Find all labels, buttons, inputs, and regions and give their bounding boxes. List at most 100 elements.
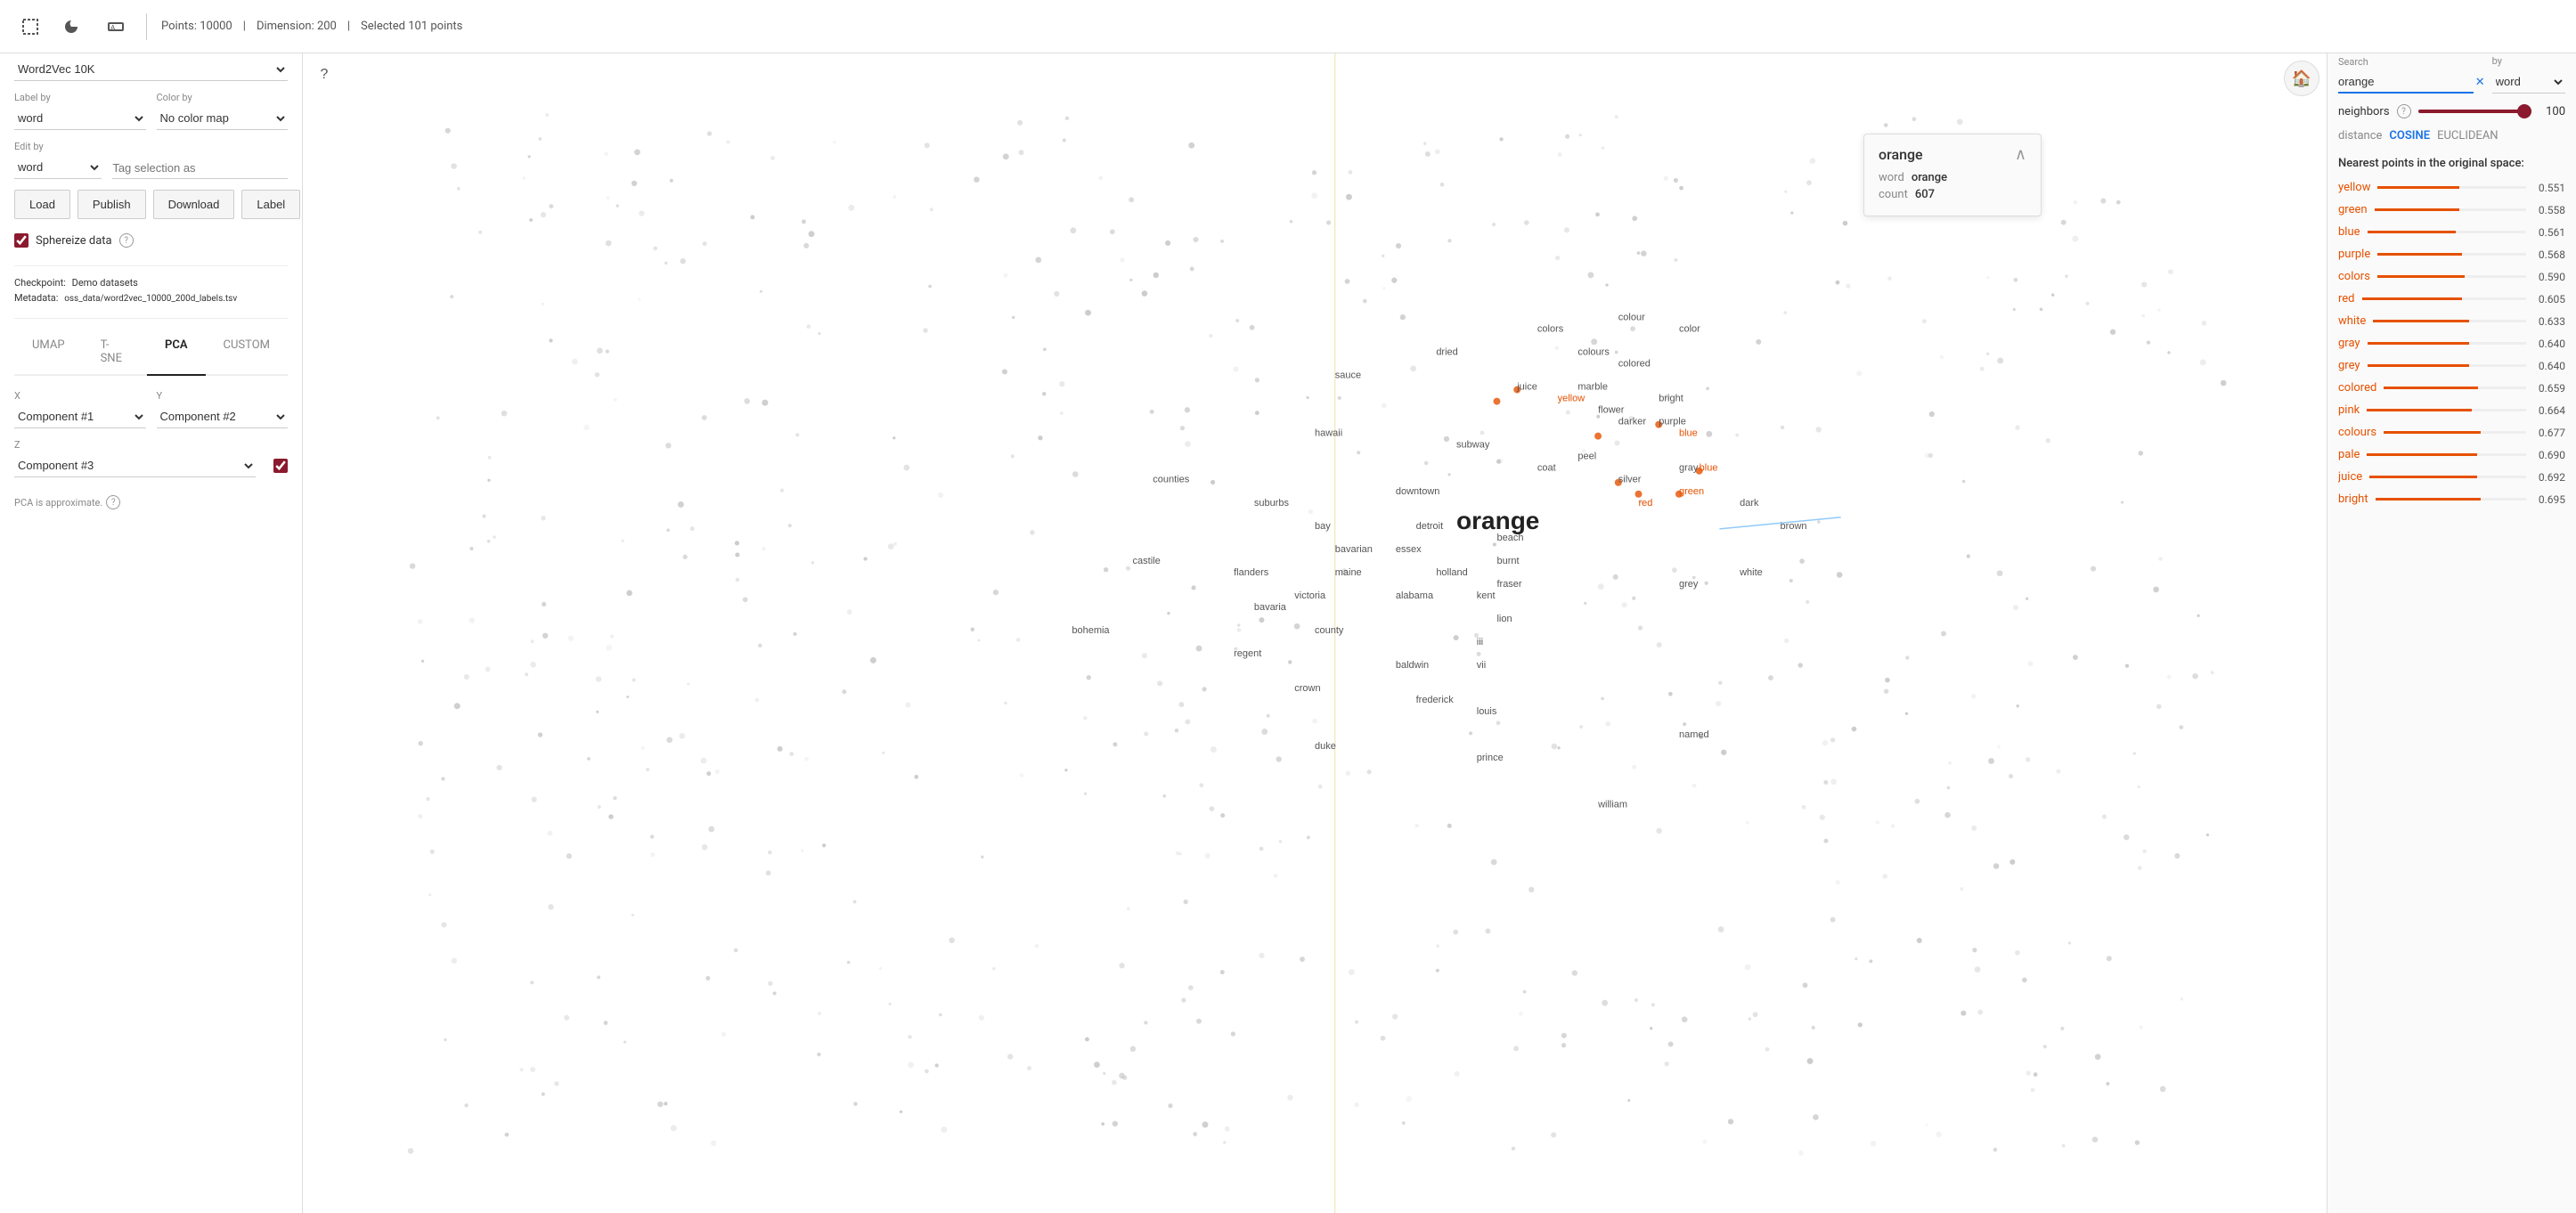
nearest-title: Nearest points in the original space: [2338, 157, 2565, 170]
svg-text:purple: purple [1659, 417, 1686, 427]
svg-text:lion: lion [1496, 614, 1512, 624]
svg-text:downtown: downtown [1396, 486, 1440, 497]
tensor-select[interactable]: Word2Vec 10K [14, 58, 288, 81]
left-panel: DATA 5 tensors found Word2Vec 10K Label … [0, 0, 303, 1213]
color-by-select[interactable]: No color map [157, 107, 289, 130]
euclidean-button[interactable]: EUCLIDEAN [2437, 129, 2499, 142]
x-axis-select[interactable]: Component #1 [14, 405, 146, 428]
z-enable-checkbox[interactable] [273, 459, 288, 473]
z-axis-label: Z [14, 439, 256, 451]
divider [146, 13, 147, 40]
nearest-item[interactable]: colours 0.677 [2338, 422, 2565, 443]
svg-text:A: A [110, 24, 116, 32]
svg-text:maine: maine [1335, 567, 1362, 578]
svg-text:orange: orange [1456, 507, 1539, 534]
load-button[interactable]: Load [14, 190, 70, 219]
right-panel: Show All Data Isolate 101 points Clear s… [2327, 0, 2576, 1213]
svg-text:colours: colours [1577, 347, 1610, 358]
svg-text:juice: juice [1516, 382, 1537, 393]
nearest-item[interactable]: grey 0.640 [2338, 355, 2565, 376]
svg-text:castile: castile [1133, 556, 1161, 566]
tag-selection-input[interactable] [112, 158, 288, 179]
search-input[interactable] [2338, 71, 2474, 94]
separator [14, 265, 288, 266]
svg-text:yellow: yellow [1558, 394, 1586, 404]
svg-text:dark: dark [1740, 498, 1759, 509]
svg-text:dried: dried [1436, 347, 1457, 358]
label-by-select[interactable]: word [14, 107, 146, 130]
tab-custom[interactable]: CUSTOM [206, 330, 288, 376]
nearest-item[interactable]: gray 0.640 [2338, 333, 2565, 354]
stat-sep1: | [243, 20, 246, 33]
help-button[interactable]: ? [310, 61, 338, 89]
download-button[interactable]: Download [153, 190, 235, 219]
svg-text:red: red [1639, 498, 1653, 509]
scatter-plot[interactable]: colorscolourcolordriedcolourscoloredsauc… [303, 53, 2327, 1213]
tooltip-count-val: 607 [1915, 188, 1935, 201]
nearest-item[interactable]: blue 0.561 [2338, 222, 2565, 242]
y-axis-select[interactable]: Component #2 [157, 405, 289, 428]
neighbors-value: 100 [2539, 105, 2565, 118]
tooltip-close-icon[interactable]: ∧ [2015, 145, 2026, 164]
nearest-item[interactable]: purple 0.568 [2338, 244, 2565, 265]
publish-button[interactable]: Publish [77, 190, 146, 219]
svg-text:crown: crown [1294, 683, 1320, 694]
svg-text:colored: colored [1618, 359, 1651, 370]
nearest-item[interactable]: yellow 0.551 [2338, 177, 2565, 198]
dimension-stat: Dimension: 200 [257, 20, 337, 33]
nearest-item[interactable]: red 0.605 [2338, 289, 2565, 309]
nearest-item[interactable]: juice 0.692 [2338, 467, 2565, 487]
checkpoint-value: Demo datasets [72, 277, 138, 289]
tab-umap[interactable]: UMAP [14, 330, 83, 376]
nearest-item[interactable]: colored 0.659 [2338, 378, 2565, 398]
svg-text:detroit: detroit [1416, 521, 1444, 532]
night-mode-icon[interactable] [57, 11, 89, 43]
stat-sep2: | [347, 20, 350, 33]
nearest-item[interactable]: green 0.558 [2338, 199, 2565, 220]
pca-warning-text: PCA is approximate. [14, 497, 102, 509]
nearest-item[interactable]: pale 0.690 [2338, 444, 2565, 465]
svg-text:kent: kent [1477, 590, 1496, 601]
nearest-item[interactable]: white 0.633 [2338, 311, 2565, 331]
edit-by-select[interactable]: word [14, 156, 102, 179]
distance-label: distance [2338, 129, 2382, 142]
svg-text:iii: iii [1477, 637, 1483, 647]
search-label: Search [2338, 56, 2485, 68]
by-select[interactable]: word [2492, 70, 2565, 94]
tooltip-popup: orange ∧ word orange count 607 [1863, 134, 2042, 216]
svg-text:blue: blue [1700, 463, 1718, 474]
svg-text:coat: coat [1537, 463, 1556, 474]
nearest-list: yellow 0.551 green 0.558 blue 0.561 purp… [2338, 177, 2565, 1202]
pca-help-icon[interactable]: ? [106, 495, 120, 509]
nearest-item[interactable]: colors 0.590 [2338, 266, 2565, 287]
checkpoint-row: Checkpoint: Demo datasets [14, 277, 288, 289]
rect-select-icon[interactable] [14, 11, 46, 43]
cosine-button[interactable]: COSINE [2389, 129, 2430, 142]
tab-tsne[interactable]: T-SNE [83, 330, 147, 376]
metadata-value: oss_data/word2vec_10000_200d_labels.tsv [64, 294, 237, 304]
svg-text:grey: grey [1679, 579, 1699, 590]
svg-text:frederick: frederick [1416, 695, 1455, 705]
svg-text:blue: blue [1679, 428, 1698, 439]
svg-text:bright: bright [1659, 394, 1683, 404]
z-axis-select[interactable]: Component #3 [14, 454, 256, 477]
sphereize-help-icon[interactable]: ? [119, 233, 134, 248]
label-by-label: Label by [14, 92, 146, 103]
home-button[interactable]: 🏠 [2284, 61, 2319, 96]
label-toggle-icon[interactable]: A [100, 11, 132, 43]
nearest-item[interactable]: pink 0.664 [2338, 400, 2565, 420]
svg-text:hawaii: hawaii [1315, 428, 1342, 439]
svg-text:regent: regent [1234, 648, 1261, 659]
svg-text:baldwin: baldwin [1396, 660, 1429, 671]
neighbors-help-icon[interactable]: ? [2397, 104, 2411, 118]
sphereize-checkbox[interactable] [14, 233, 29, 248]
y-axis-label: Y [157, 390, 289, 402]
svg-text:alabama: alabama [1396, 590, 1434, 601]
label-button[interactable]: Label [241, 190, 300, 219]
svg-text:bavaria: bavaria [1254, 602, 1287, 613]
neighbors-slider-thumb[interactable] [2517, 104, 2531, 118]
search-clear-icon[interactable]: ✕ [2475, 76, 2485, 89]
svg-text:white: white [1739, 567, 1763, 578]
tab-pca[interactable]: PCA [147, 330, 206, 376]
nearest-item[interactable]: bright 0.695 [2338, 489, 2565, 509]
